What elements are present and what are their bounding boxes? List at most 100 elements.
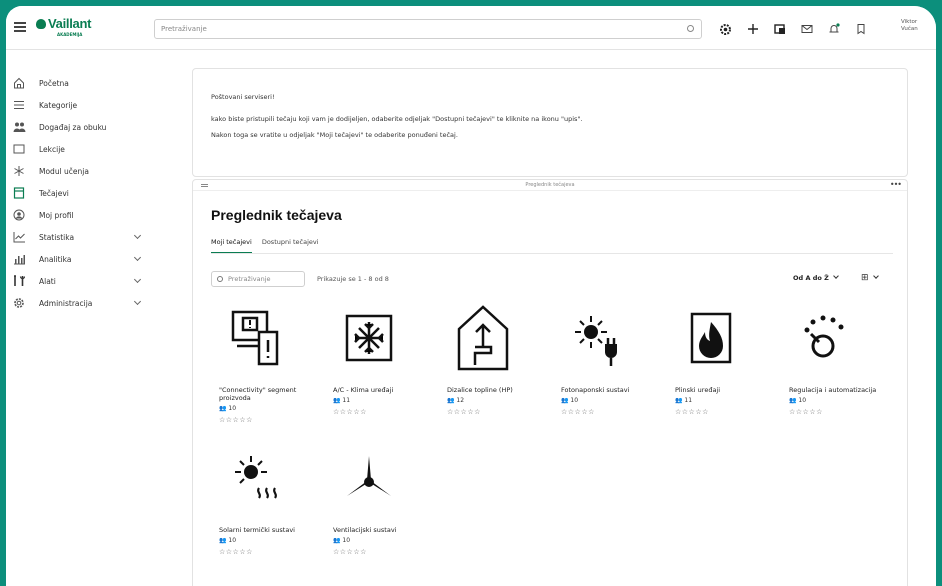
course-card[interactable]: A/C - Klima uređaji 👥 11 ☆☆☆☆☆ bbox=[329, 302, 439, 422]
thermostat-icon bbox=[785, 302, 865, 374]
main-content: Poštovani serviseri! kako biste pristupi… bbox=[192, 68, 908, 586]
users-icon: 👥 bbox=[333, 537, 341, 544]
settings-gear-icon[interactable] bbox=[718, 22, 733, 37]
app-window: Vaillant AKADEMIJA Pretraživanje Viktor … bbox=[6, 6, 936, 586]
chevron-down-icon[interactable] bbox=[133, 253, 142, 262]
sort-dropdown[interactable]: Od A do Ž bbox=[793, 273, 839, 282]
notice-greeting: Poštovani serviseri! bbox=[211, 93, 275, 101]
course-search-input[interactable]: Pretraživanje bbox=[211, 271, 305, 287]
sidebar-item-lekcije[interactable]: Lekcije bbox=[12, 140, 142, 158]
gear-icon bbox=[12, 297, 26, 309]
sidebar-item-statistika[interactable]: Statistika bbox=[12, 228, 142, 246]
solar-plug-icon bbox=[557, 302, 637, 374]
course-title[interactable]: "Connectivity" segment proizvoda bbox=[219, 386, 319, 402]
course-card[interactable]: Ventilacijski sustavi 👥 10 ☆☆☆☆☆ bbox=[329, 442, 439, 562]
bookmark-icon[interactable] bbox=[853, 22, 868, 37]
rating-stars[interactable]: ☆☆☆☆☆ bbox=[447, 408, 481, 416]
course-title[interactable]: Dizalice topline (HP) bbox=[447, 386, 547, 394]
course-title[interactable]: Solarni termički sustavi bbox=[219, 526, 319, 534]
snowflake-icon bbox=[329, 302, 409, 374]
rating-stars[interactable]: ☆☆☆☆☆ bbox=[789, 408, 823, 416]
sidebar-item-kategorije[interactable]: Kategorije bbox=[12, 96, 142, 114]
logo[interactable]: Vaillant bbox=[36, 16, 91, 31]
panel-header-bar: Preglednik tečajeva ••• bbox=[193, 180, 907, 191]
course-card[interactable]: Fotonaponski sustavi 👥 10 ☆☆☆☆☆ bbox=[557, 302, 667, 422]
course-title[interactable]: Fotonaponski sustavi bbox=[561, 386, 661, 394]
chevron-down-icon bbox=[833, 273, 839, 279]
course-icon bbox=[12, 187, 26, 199]
chevron-down-icon[interactable] bbox=[133, 231, 142, 240]
list-icon bbox=[12, 99, 26, 111]
top-bar: Vaillant AKADEMIJA Pretraživanje Viktor … bbox=[6, 6, 936, 50]
lesson-icon bbox=[12, 143, 26, 155]
participant-count: 👥 10 bbox=[219, 405, 237, 412]
menu-icon[interactable] bbox=[14, 22, 26, 32]
rating-stars[interactable]: ☆☆☆☆☆ bbox=[333, 548, 367, 556]
rating-stars[interactable]: ☆☆☆☆☆ bbox=[561, 408, 595, 416]
people-icon bbox=[12, 121, 26, 133]
top-icon-group bbox=[718, 20, 868, 38]
tools-icon bbox=[12, 275, 26, 287]
sidebar-item-tecajevi[interactable]: Tečajevi bbox=[12, 184, 142, 202]
chevron-down-icon[interactable] bbox=[133, 275, 142, 284]
participant-count: 👥 10 bbox=[789, 397, 807, 404]
rating-stars[interactable]: ☆☆☆☆☆ bbox=[219, 548, 253, 556]
participant-count: 👥 12 bbox=[447, 397, 465, 404]
participant-count: 👥 10 bbox=[219, 537, 237, 544]
panel-bar-title: Preglednik tečajeva bbox=[525, 182, 575, 188]
sidebar-item-pocetna[interactable]: Početna bbox=[12, 74, 142, 92]
tab-divider bbox=[211, 253, 893, 254]
global-search-input[interactable]: Pretraživanje bbox=[154, 19, 702, 39]
chevron-down-icon bbox=[872, 273, 879, 279]
users-icon: 👥 bbox=[447, 397, 455, 404]
results-count: Prikazuje se 1 - 8 od 8 bbox=[317, 275, 389, 283]
connectivity-icon bbox=[215, 302, 295, 374]
logo-subtitle: AKADEMIJA bbox=[57, 32, 83, 37]
search-icon bbox=[217, 276, 223, 282]
user-menu[interactable]: Viktor Vučan bbox=[901, 19, 918, 33]
sidebar-item-moj-profil[interactable]: Moj profil bbox=[12, 206, 142, 224]
course-title[interactable]: Ventilacijski sustavi bbox=[333, 526, 433, 534]
view-toggle[interactable]: ⊞ bbox=[861, 273, 879, 283]
heat-pump-icon bbox=[443, 302, 523, 374]
mail-icon[interactable] bbox=[799, 22, 814, 37]
sidebar-item-alati[interactable]: Alati bbox=[12, 272, 142, 290]
fan-icon bbox=[329, 442, 409, 514]
sidebar-item-analitika[interactable]: Analitika bbox=[12, 250, 142, 268]
course-title[interactable]: Regulacija i automatizacija bbox=[789, 386, 889, 394]
sidebar-item-dogadaj[interactable]: Događaj za obuku bbox=[12, 118, 142, 136]
course-browser-panel: Preglednik tečajeva ••• Preglednik tečaj… bbox=[192, 179, 908, 586]
sidebar-item-administracija[interactable]: Administracija bbox=[12, 294, 142, 312]
course-card[interactable]: Dizalice topline (HP) 👥 12 ☆☆☆☆☆ bbox=[443, 302, 553, 422]
course-card[interactable]: Regulacija i automatizacija 👥 10 ☆☆☆☆☆ bbox=[785, 302, 895, 422]
rating-stars[interactable]: ☆☆☆☆☆ bbox=[219, 416, 253, 424]
hare-logo-icon bbox=[36, 19, 46, 29]
rating-stars[interactable]: ☆☆☆☆☆ bbox=[675, 408, 709, 416]
users-icon: 👥 bbox=[219, 537, 227, 544]
window-icon[interactable] bbox=[772, 22, 787, 37]
solar-thermal-icon bbox=[215, 442, 295, 514]
course-title[interactable]: Plinski uređaji bbox=[675, 386, 775, 394]
tab-moji-tecajevi[interactable]: Moji tečajevi bbox=[211, 238, 252, 254]
add-icon[interactable] bbox=[745, 22, 760, 37]
notice-block: Poštovani serviseri! kako biste pristupi… bbox=[192, 68, 908, 177]
line-chart-icon bbox=[12, 231, 26, 243]
course-card[interactable]: Solarni termički sustavi 👥 10 ☆☆☆☆☆ bbox=[215, 442, 325, 562]
participant-count: 👥 10 bbox=[561, 397, 579, 404]
chevron-down-icon[interactable] bbox=[133, 297, 142, 306]
course-card[interactable]: Plinski uređaji 👥 11 ☆☆☆☆☆ bbox=[671, 302, 781, 422]
course-title[interactable]: A/C - Klima uređaji bbox=[333, 386, 433, 394]
course-card[interactable]: "Connectivity" segment proizvoda 👥 10 ☆☆… bbox=[215, 302, 325, 424]
users-icon: 👥 bbox=[333, 397, 341, 404]
sidebar-item-modul-ucenja[interactable]: Modul učenja bbox=[12, 162, 142, 180]
more-options-icon[interactable]: ••• bbox=[890, 180, 902, 189]
search-icon[interactable] bbox=[687, 25, 694, 32]
participant-count: 👥 10 bbox=[333, 537, 351, 544]
rating-stars[interactable]: ☆☆☆☆☆ bbox=[333, 408, 367, 416]
grid-view-icon: ⊞ bbox=[861, 273, 869, 283]
notification-bell-icon[interactable] bbox=[826, 22, 841, 37]
home-icon bbox=[12, 77, 26, 89]
tab-dostupni-tecajevi[interactable]: Dostupni tečajevi bbox=[262, 238, 319, 254]
users-icon: 👥 bbox=[675, 397, 683, 404]
bar-chart-icon bbox=[12, 253, 26, 265]
